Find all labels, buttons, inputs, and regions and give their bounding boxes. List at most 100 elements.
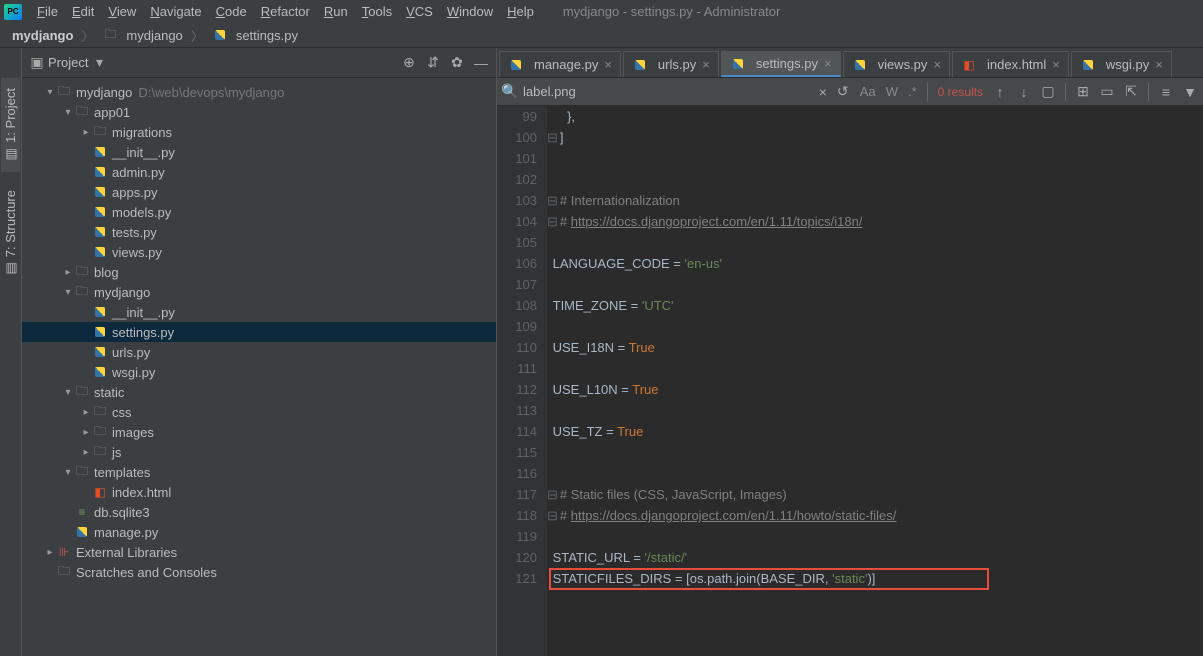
tree-item-__init__-py[interactable]: __init__.py [22,142,496,162]
close-tab-icon[interactable]: × [933,57,941,72]
code-editor[interactable]: 9910010110210310410510610710810911011111… [497,106,1203,656]
filter-icon[interactable]: ▼ [1183,85,1197,99]
tree-item-js[interactable]: ▸🗀js [22,442,496,462]
tree-item-wsgi-py[interactable]: wsgi.py [22,362,496,382]
close-tab-icon[interactable]: × [824,56,832,71]
menu-tools[interactable]: Tools [355,2,399,21]
code-line[interactable] [555,316,1203,337]
close-tab-icon[interactable]: × [702,57,710,72]
code-area[interactable]: },⊟] ⊟# Internationalization⊟# https://d… [547,106,1203,656]
words-toggle[interactable]: W [886,84,898,99]
code-line[interactable]: ⊟# https://docs.djangoproject.com/en/1.1… [555,211,1203,232]
code-line[interactable]: LANGUAGE_CODE = 'en-us' [555,253,1203,274]
menu-file[interactable]: File [30,2,65,21]
breadcrumb-item[interactable]: mydjango [8,26,77,45]
tree-item-admin-py[interactable]: admin.py [22,162,496,182]
tree-item-images[interactable]: ▸🗀images [22,422,496,442]
search-input[interactable] [523,84,699,99]
settings-icon[interactable]: ≡ [1159,85,1173,99]
code-line[interactable] [555,442,1203,463]
code-line[interactable] [555,232,1203,253]
hide-icon[interactable]: — [474,56,488,70]
close-tab-icon[interactable]: × [1155,57,1163,72]
sidebar-tab-project[interactable]: ▤1: Project [1,78,20,172]
tab-wsgi-py[interactable]: wsgi.py× [1071,51,1172,77]
menu-edit[interactable]: Edit [65,2,101,21]
tree-item-index-html[interactable]: ◧index.html [22,482,496,502]
tab-settings-py[interactable]: settings.py× [721,51,841,77]
export-icon[interactable]: ⇱ [1124,85,1138,99]
code-line[interactable]: USE_L10N = True [555,379,1203,400]
code-line[interactable]: }, [555,106,1203,127]
tab-views-py[interactable]: views.py× [843,51,950,77]
tree-item-manage-py[interactable]: manage.py [22,522,496,542]
collapse-all-icon[interactable]: ⇵ [426,56,440,70]
code-line[interactable]: USE_I18N = True [555,337,1203,358]
code-line[interactable]: ⊟# Static files (CSS, JavaScript, Images… [555,484,1203,505]
code-line[interactable]: ⊟] [555,127,1203,148]
tree-item-settings-py[interactable]: settings.py [22,322,496,342]
menu-window[interactable]: Window [440,2,500,21]
tree-item-mydjango[interactable]: ▾🗀mydjangoD:\web\devops\mydjango [22,82,496,102]
select-occurrences-icon[interactable]: ▭ [1100,85,1114,99]
close-search-icon[interactable]: × [816,85,830,99]
code-line[interactable]: STATICFILES_DIRS = [os.path.join(BASE_DI… [555,568,1203,589]
tree-item-__init__-py[interactable]: __init__.py [22,302,496,322]
menu-vcs[interactable]: VCS [399,2,440,21]
sidebar-tab-structure[interactable]: ▥7: Structure [1,180,20,286]
menu-refactor[interactable]: Refactor [254,2,317,21]
code-line[interactable]: USE_TZ = True [555,421,1203,442]
tree-item-db-sqlite3[interactable]: ≡db.sqlite3 [22,502,496,522]
tree-item-apps-py[interactable]: apps.py [22,182,496,202]
code-line[interactable]: TIME_ZONE = 'UTC' [555,295,1203,316]
menu-navigate[interactable]: Navigate [143,2,208,21]
project-panel-title[interactable]: ▣ Project ▾ [30,55,106,70]
close-tab-icon[interactable]: × [604,57,612,72]
code-line[interactable] [555,169,1203,190]
code-line[interactable] [555,358,1203,379]
tree-item-tests-py[interactable]: tests.py [22,222,496,242]
regex-toggle[interactable]: .* [908,84,917,99]
menu-help[interactable]: Help [500,2,541,21]
locate-icon[interactable]: ⊕ [402,56,416,70]
menu-run[interactable]: Run [317,2,355,21]
gear-icon[interactable]: ✿ [450,56,464,70]
next-match-icon[interactable]: ↓ [1017,85,1031,99]
select-all-icon[interactable]: ▢ [1041,85,1055,99]
tab-manage-py[interactable]: manage.py× [499,51,621,77]
code-line[interactable]: ⊟# Internationalization [555,190,1203,211]
code-line[interactable] [555,463,1203,484]
code-line[interactable]: STATIC_URL = '/static/' [555,547,1203,568]
tree-item-mydjango[interactable]: ▾🗀mydjango [22,282,496,302]
code-line[interactable] [555,400,1203,421]
tree-item-templates[interactable]: ▾🗀templates [22,462,496,482]
tree-item-static[interactable]: ▾🗀static [22,382,496,402]
tree-item-migrations[interactable]: ▸🗀migrations [22,122,496,142]
tab-index-html[interactable]: ◧index.html× [952,51,1069,77]
code-line[interactable] [555,274,1203,295]
menu-code[interactable]: Code [209,2,254,21]
tree-item-views-py[interactable]: views.py [22,242,496,262]
close-tab-icon[interactable]: × [1052,57,1060,72]
tree-item-external-libraries[interactable]: ▸⊪External Libraries [22,542,496,562]
tree-item-blog[interactable]: ▸🗀blog [22,262,496,282]
tree-item-models-py[interactable]: models.py [22,202,496,222]
breadcrumb-item[interactable]: settings.py [208,26,302,45]
tree-item-scratches-and-consoles[interactable]: 🗀Scratches and Consoles [22,562,496,582]
project-tree[interactable]: ▾🗀mydjangoD:\web\devops\mydjango▾🗀app01▸… [22,78,496,656]
line-number: 99 [497,106,537,127]
match-case-toggle[interactable]: Aa [860,84,876,99]
prev-match-icon[interactable]: ↑ [993,85,1007,99]
breadcrumb-item[interactable]: 🗀mydjango [98,26,186,45]
code-line[interactable]: ⊟# https://docs.djangoproject.com/en/1.1… [555,505,1203,526]
tree-item-css[interactable]: ▸🗀css [22,402,496,422]
prev-occurrence-icon[interactable]: ↺ [836,85,850,99]
menu-view[interactable]: View [101,2,143,21]
tree-item-app01[interactable]: ▾🗀app01 [22,102,496,122]
code-line[interactable] [555,526,1203,547]
add-selection-icon[interactable]: ⊞ [1076,85,1090,99]
tree-item-urls-py[interactable]: urls.py [22,342,496,362]
tab-urls-py[interactable]: urls.py× [623,51,719,77]
line-number: 115 [497,442,537,463]
code-line[interactable] [555,148,1203,169]
